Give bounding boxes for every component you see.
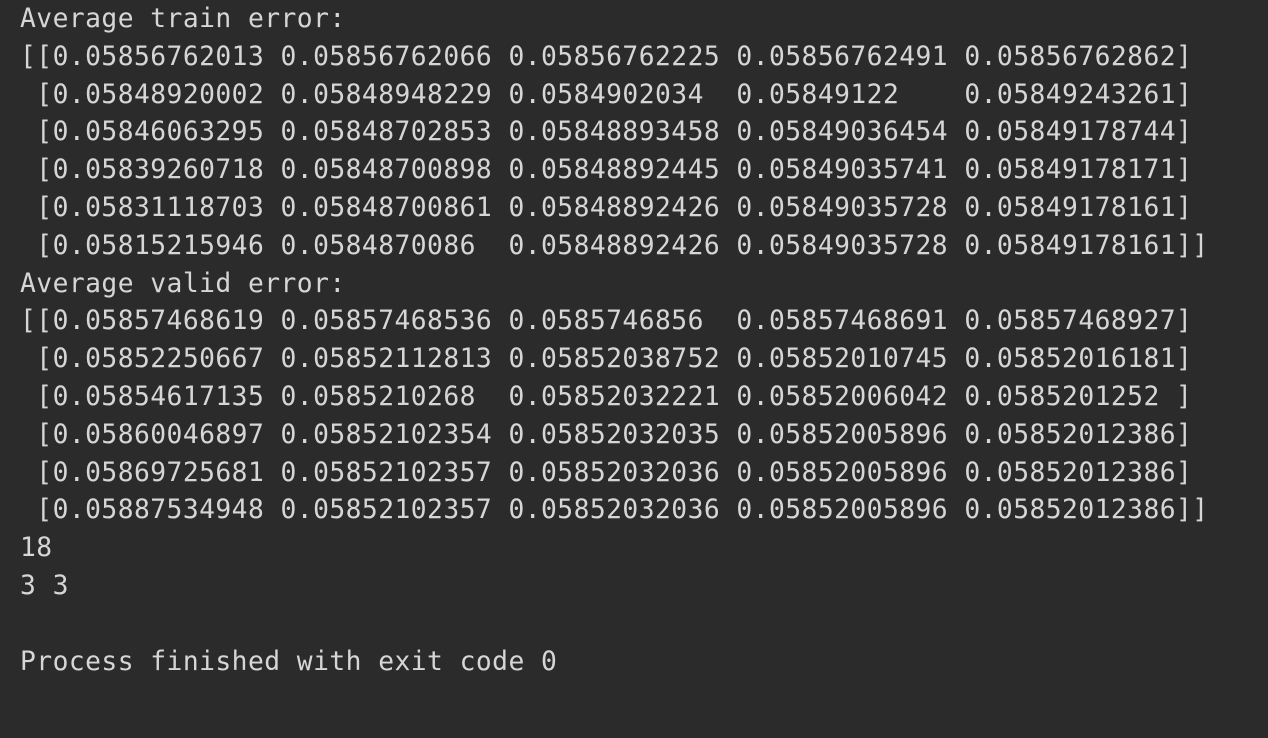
train-error-heading: Average train error: [20,4,346,34]
train-error-row-1: [[0.05856762013 0.05856762066 0.05856762… [20,41,1193,72]
output-line-number: 18 [20,533,53,564]
valid-error-row-4: [0.05860046897 0.05852102354 0.058520320… [20,419,1193,450]
output-line-pair: 3 3 [20,570,69,601]
train-error-row-6: [0.05815215946 0.0584870086 0.0584889242… [20,230,1209,261]
valid-error-row-2: [0.05852250667 0.05852112813 0.058520387… [20,344,1193,375]
console-output: Average train error: [[0.05856762013 0.0… [0,0,1268,738]
valid-error-row-3: [0.05854617135 0.0585210268 0.0585203222… [20,381,1193,412]
valid-error-row-1: [[0.05857468619 0.05857468536 0.05857468… [20,306,1193,337]
train-error-row-5: [0.05831118703 0.05848700861 0.058488924… [20,192,1193,223]
valid-error-row-5: [0.05869725681 0.05852102357 0.058520320… [20,457,1193,488]
train-error-row-4: [0.05839260718 0.05848700898 0.058488924… [20,155,1193,186]
process-exit-message: Process finished with exit code 0 [20,646,558,677]
valid-error-heading: Average valid error: [20,268,346,299]
train-error-row-2: [0.05848920002 0.05848948229 0.058490203… [20,79,1193,110]
train-error-row-3: [0.05846063295 0.05848702853 0.058488934… [20,117,1193,148]
valid-error-row-6: [0.05887534948 0.05852102357 0.058520320… [20,495,1209,526]
